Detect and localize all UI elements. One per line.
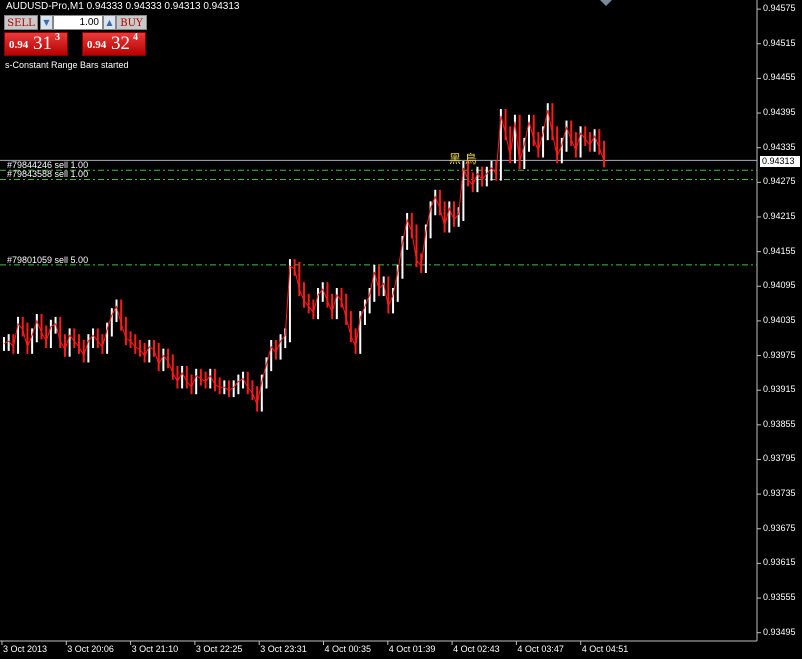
sell-price-prefix: 0.94: [9, 39, 29, 51]
lot-up-icon[interactable]: ▲: [103, 15, 116, 30]
y-tick-label: 0.93855: [763, 418, 796, 429]
sell-price-sup: 3: [55, 32, 60, 43]
x-tick-label: 3 Oct 22:25: [195, 644, 243, 654]
y-tick-label: 0.93495: [763, 626, 796, 637]
y-tick-label: 0.93735: [763, 488, 796, 499]
chart-title: AUDUSD-Pro,M1 0.94333 0.94333 0.94313 0.…: [6, 1, 240, 12]
order-label: #79801059 sell 5.00: [7, 254, 89, 265]
y-tick-label: 0.94215: [763, 210, 796, 221]
sell-price-big: 31: [33, 33, 52, 54]
buy-price-prefix: 0.94: [87, 39, 107, 51]
y-tick-label: 0.94335: [763, 141, 796, 152]
y-tick-label: 0.94515: [763, 37, 796, 48]
y-tick-label: 0.93615: [763, 557, 796, 568]
y-tick-label: 0.94575: [763, 3, 796, 14]
y-tick-label: 0.93795: [763, 453, 796, 464]
chart-annotation: 黑 鳥: [449, 152, 477, 166]
x-tick-label: 3 Oct 20:06: [67, 644, 114, 654]
current-price-label: 0.94313: [760, 156, 800, 167]
status-message: s-Constant Range Bars started: [5, 60, 129, 70]
buy-price-button[interactable]: 0.94 32 4: [82, 32, 146, 56]
one-click-trading-panel: SELL ▼ 1.00 ▲ BUY 0.94 31 3 0.94 32 4: [4, 15, 147, 56]
buy-button[interactable]: BUY: [116, 15, 147, 30]
buy-price-big: 32: [111, 33, 130, 54]
buy-price-sup: 4: [133, 32, 138, 43]
y-tick-label: 0.93555: [763, 592, 796, 603]
x-tick-label: 4 Oct 01:39: [388, 644, 436, 654]
x-tick-label: 4 Oct 00:35: [324, 644, 372, 654]
order-label: #79843588 sell 1.00: [7, 169, 89, 180]
y-tick-label: 0.94395: [763, 107, 796, 118]
x-tick-label: 4 Oct 04:51: [581, 644, 629, 654]
y-tick-label: 0.94095: [763, 280, 796, 291]
x-tick-label: 3 Oct 23:31: [260, 644, 307, 654]
sell-button[interactable]: SELL: [4, 15, 38, 30]
x-tick-label: 4 Oct 03:47: [517, 644, 564, 654]
x-tick-label: 4 Oct 02:43: [453, 644, 500, 654]
y-tick-label: 0.93675: [763, 522, 796, 533]
x-tick-label: 3 Oct 21:10: [131, 644, 179, 654]
y-tick-label: 0.94275: [763, 176, 796, 187]
sell-price-button[interactable]: 0.94 31 3: [4, 32, 68, 56]
y-tick-label: 0.94035: [763, 314, 796, 325]
y-tick-label: 0.93975: [763, 349, 796, 360]
y-tick-label: 0.94455: [763, 72, 796, 83]
price-chart[interactable]: [0, 0, 802, 659]
y-tick-label: 0.94155: [763, 245, 796, 256]
lot-down-icon[interactable]: ▼: [40, 15, 53, 30]
lot-size-input[interactable]: 1.00: [53, 15, 103, 30]
x-tick-label: 3 Oct 2013: [3, 644, 48, 654]
y-tick-label: 0.93915: [763, 384, 796, 395]
